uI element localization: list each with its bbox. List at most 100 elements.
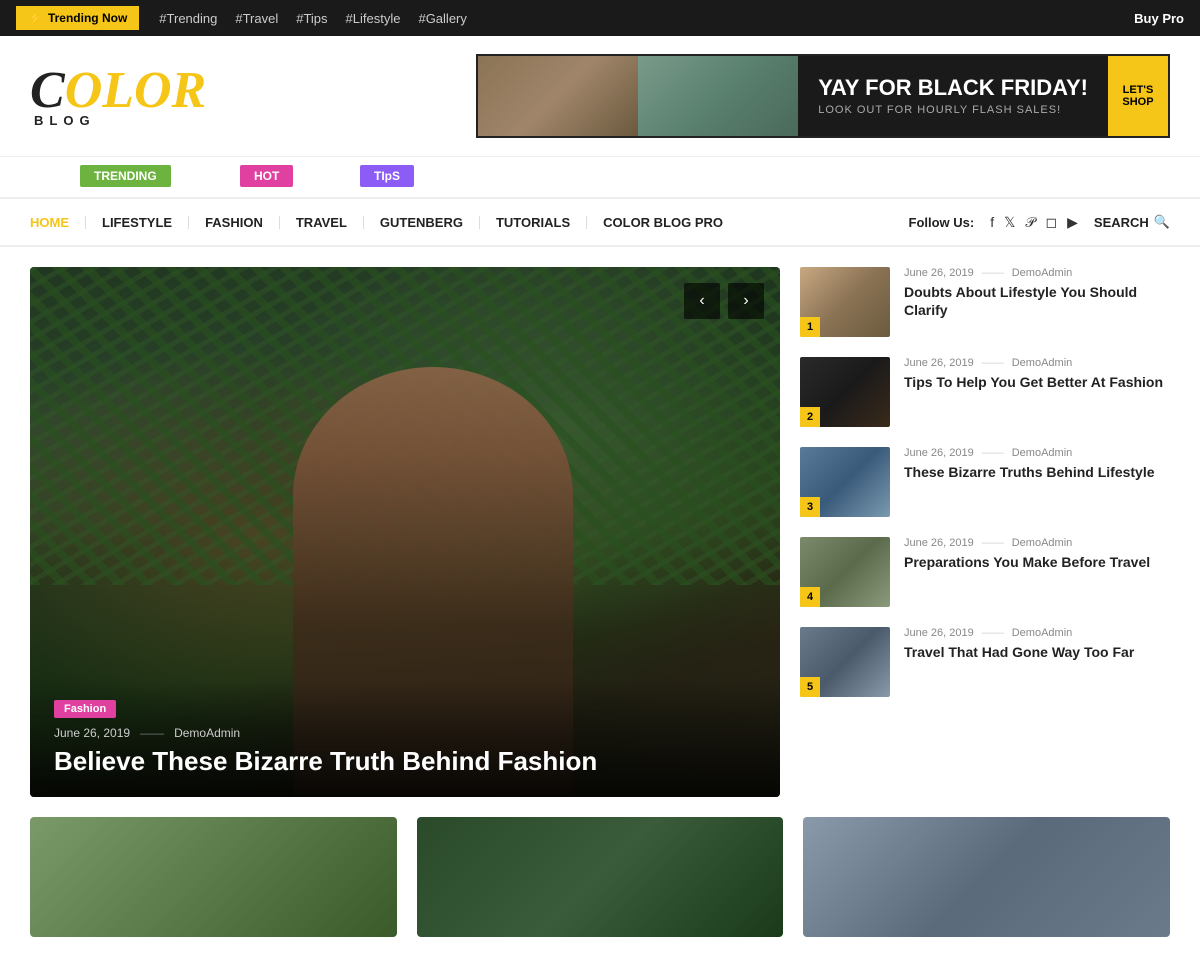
header-banner: YAY FOR BLACK FRIDAY! LOOK OUT FOR HOURL… <box>476 54 1170 138</box>
bottom-card-1[interactable] <box>30 817 397 937</box>
sidebar-item-content-4: June 26, 2019 —— DemoAdmin Preparations … <box>904 537 1170 571</box>
bottom-cards <box>0 817 1200 957</box>
instagram-icon[interactable]: ◻ <box>1046 214 1058 231</box>
social-icons: f 𝕏 𝒫 ◻ ▶ <box>990 214 1078 231</box>
topbar-link-gallery[interactable]: #Gallery <box>418 11 466 26</box>
banner-headline: YAY FOR BLACK FRIDAY! <box>818 76 1088 100</box>
featured-author: DemoAdmin <box>174 726 240 740</box>
sidebar-title-1[interactable]: Doubts About Lifestyle You Should Clarif… <box>904 283 1170 319</box>
sidebar-thumb-2: 2 <box>800 357 890 427</box>
pinterest-icon[interactable]: 𝒫 <box>1025 214 1035 231</box>
sidebar: 1 June 26, 2019 —— DemoAdmin Doubts Abou… <box>800 267 1170 797</box>
buy-pro-link[interactable]: Buy Pro <box>1134 11 1184 26</box>
featured-overlay: Fashion June 26, 2019 —— DemoAdmin Belie… <box>30 679 780 797</box>
sidebar-author-1: DemoAdmin <box>1012 267 1073 279</box>
sidebar-author-5: DemoAdmin <box>1012 627 1073 639</box>
sidebar-meta-3: June 26, 2019 —— DemoAdmin <box>904 447 1170 459</box>
nav-gutenberg[interactable]: GUTENBERG <box>364 216 480 229</box>
logo[interactable]: COLOR BLOG <box>30 65 206 128</box>
sidebar-num-4: 4 <box>800 587 820 607</box>
sidebar-author-3: DemoAdmin <box>1012 447 1073 459</box>
sidebar-meta-2: June 26, 2019 —— DemoAdmin <box>904 357 1170 369</box>
sidebar-author-2: DemoAdmin <box>1012 357 1073 369</box>
sidebar-title-4[interactable]: Preparations You Make Before Travel <box>904 553 1170 571</box>
sidebar-item-2: 2 June 26, 2019 —— DemoAdmin Tips To Hel… <box>800 357 1170 427</box>
search-button[interactable]: Search 🔍 <box>1094 214 1170 230</box>
sidebar-dash-3: —— <box>982 447 1004 459</box>
sidebar-date-4: June 26, 2019 <box>904 537 974 549</box>
search-label: Search <box>1094 215 1149 230</box>
sidebar-num-5: 5 <box>800 677 820 697</box>
trending-now-label: ⚡ Trending Now <box>16 6 139 30</box>
tag-hot[interactable]: HOT <box>240 165 293 187</box>
featured-image: ‹ › Fashion June 26, 2019 —— DemoAdmin B… <box>30 267 780 797</box>
topbar-link-trending[interactable]: #Trending <box>159 11 217 26</box>
sidebar-item-4: 4 June 26, 2019 —— DemoAdmin Preparation… <box>800 537 1170 607</box>
sidebar-item-content-1: June 26, 2019 —— DemoAdmin Doubts About … <box>904 267 1170 319</box>
slider-arrows: ‹ › <box>684 283 764 319</box>
sidebar-item-5: 5 June 26, 2019 —— DemoAdmin Travel That… <box>800 627 1170 697</box>
top-bar-links: #Trending #Travel #Tips #Lifestyle #Gall… <box>159 11 467 26</box>
bottom-card-3[interactable] <box>803 817 1170 937</box>
featured-title: Believe These Bizarre Truth Behind Fashi… <box>54 746 756 777</box>
featured-article: ‹ › Fashion June 26, 2019 —— DemoAdmin B… <box>30 267 780 797</box>
bottom-card-2[interactable] <box>417 817 784 937</box>
sidebar-date-5: June 26, 2019 <box>904 627 974 639</box>
sidebar-title-3[interactable]: These Bizarre Truths Behind Lifestyle <box>904 463 1170 481</box>
sidebar-item-1: 1 June 26, 2019 —— DemoAdmin Doubts Abou… <box>800 267 1170 337</box>
featured-dash: —— <box>140 726 164 740</box>
sidebar-thumb-5: 5 <box>800 627 890 697</box>
featured-category-badge[interactable]: Fashion <box>54 700 116 718</box>
sidebar-thumb-1: 1 <box>800 267 890 337</box>
top-bar-left: ⚡ Trending Now #Trending #Travel #Tips #… <box>16 6 467 30</box>
twitter-icon[interactable]: 𝕏 <box>1004 214 1015 231</box>
sidebar-item-content-2: June 26, 2019 —— DemoAdmin Tips To Help … <box>904 357 1170 391</box>
nav-links: HOME LIFESTYLE FASHION TRAVEL GUTENBERG … <box>30 216 739 229</box>
sidebar-author-4: DemoAdmin <box>1012 537 1073 549</box>
youtube-icon[interactable]: ▶ <box>1067 214 1078 231</box>
sidebar-meta-1: June 26, 2019 —— DemoAdmin <box>904 267 1170 279</box>
top-bar: ⚡ Trending Now #Trending #Travel #Tips #… <box>0 0 1200 36</box>
nav-lifestyle[interactable]: LIFESTYLE <box>86 216 189 229</box>
facebook-icon[interactable]: f <box>990 214 994 231</box>
main-nav: HOME LIFESTYLE FASHION TRAVEL GUTENBERG … <box>0 199 1200 247</box>
nav-travel[interactable]: TRAVEL <box>280 216 364 229</box>
featured-date: June 26, 2019 <box>54 726 130 740</box>
banner-image-1 <box>478 56 638 136</box>
banner-images <box>478 56 798 136</box>
logo-olor: OLOR <box>65 62 207 119</box>
next-arrow[interactable]: › <box>728 283 764 319</box>
prev-arrow[interactable]: ‹ <box>684 283 720 319</box>
logo-color-text: COLOR <box>30 65 206 117</box>
topbar-link-tips[interactable]: #Tips <box>296 11 327 26</box>
sidebar-dash-1: —— <box>982 267 1004 279</box>
logo-c: C <box>30 62 65 119</box>
sidebar-thumb-3: 3 <box>800 447 890 517</box>
nav-color-blog-pro[interactable]: COLOR BLOG PRO <box>587 216 739 229</box>
sidebar-date-3: June 26, 2019 <box>904 447 974 459</box>
tag-trending[interactable]: TRENDING <box>80 165 171 187</box>
tag-bar: TRENDING HOT TIpS <box>0 157 1200 199</box>
sidebar-num-2: 2 <box>800 407 820 427</box>
banner-image-2 <box>638 56 798 136</box>
nav-fashion[interactable]: FASHION <box>189 216 280 229</box>
main-content: ‹ › Fashion June 26, 2019 —— DemoAdmin B… <box>0 247 1200 817</box>
trending-now-text: Trending Now <box>48 11 127 25</box>
sidebar-title-2[interactable]: Tips To Help You Get Better At Fashion <box>904 373 1170 391</box>
sidebar-meta-4: June 26, 2019 —— DemoAdmin <box>904 537 1170 549</box>
sidebar-date-2: June 26, 2019 <box>904 357 974 369</box>
nav-tutorials[interactable]: TUTORIALS <box>480 216 587 229</box>
sidebar-thumb-4: 4 <box>800 537 890 607</box>
banner-cta-button[interactable]: LET'SSHOP <box>1108 56 1168 136</box>
tag-tips[interactable]: TIpS <box>360 165 414 187</box>
sidebar-meta-5: June 26, 2019 —— DemoAdmin <box>904 627 1170 639</box>
topbar-link-lifestyle[interactable]: #Lifestyle <box>346 11 401 26</box>
banner-text-area: YAY FOR BLACK FRIDAY! LOOK OUT FOR HOURL… <box>798 56 1108 136</box>
nav-home[interactable]: HOME <box>30 216 86 229</box>
sidebar-title-5[interactable]: Travel That Had Gone Way Too Far <box>904 643 1170 661</box>
sidebar-item-3: 3 June 26, 2019 —— DemoAdmin These Bizar… <box>800 447 1170 517</box>
sidebar-item-content-5: June 26, 2019 —— DemoAdmin Travel That H… <box>904 627 1170 661</box>
sidebar-dash-5: —— <box>982 627 1004 639</box>
sidebar-date-1: June 26, 2019 <box>904 267 974 279</box>
topbar-link-travel[interactable]: #Travel <box>235 11 278 26</box>
